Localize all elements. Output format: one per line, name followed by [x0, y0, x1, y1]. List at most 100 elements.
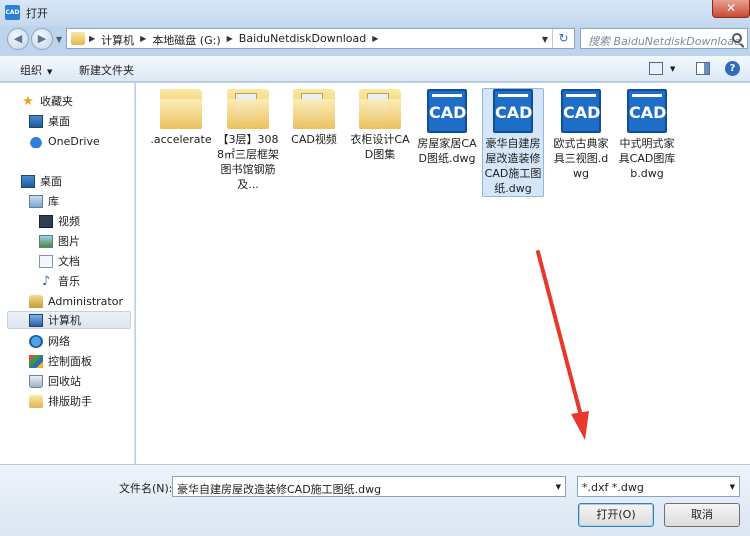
cad-file-icon: CAD — [627, 89, 667, 133]
file-list: .accelerate 【3层】3088㎡三层框架图书馆钢筋及... CAD视频… — [136, 83, 750, 464]
nav-pictures[interactable]: 图片 — [39, 232, 80, 250]
star-icon: ★ — [22, 93, 34, 109]
help-icon[interactable]: ? — [725, 61, 740, 76]
file-type-select[interactable]: *.dxf *.dwg ▼ — [577, 476, 740, 497]
computer-icon — [29, 313, 43, 327]
cad-file-icon: CAD — [427, 89, 467, 133]
file-name: 豪华自建房屋改造装修CAD施工图纸.dwg — [484, 137, 542, 195]
breadcrumb-drive-g[interactable]: 本地磁盘 (G:) — [152, 32, 220, 48]
filename-value: 豪华自建房屋改造装修CAD施工图纸.dwg — [177, 483, 382, 496]
file-item-wardrobe-cad[interactable]: 衣柜设计CAD图集 — [349, 89, 411, 162]
file-name: 中式明式家具CAD图库b.dwg — [618, 137, 676, 180]
cloud-icon — [29, 134, 43, 148]
nav-label: 网络 — [48, 335, 70, 348]
nav-desktop[interactable]: 桌面 — [21, 172, 62, 190]
nav-label: 计算机 — [48, 314, 81, 327]
chevron-down-icon[interactable]: ▼ — [556, 483, 561, 491]
nav-computer[interactable]: 计算机 — [7, 311, 131, 329]
filename-label: 文件名(N): — [119, 482, 173, 495]
file-item-3088-library[interactable]: 【3层】3088㎡三层框架图书馆钢筋及... — [217, 89, 279, 192]
folder-icon — [160, 89, 202, 129]
chevron-down-icon[interactable]: ▼ — [542, 35, 548, 44]
preview-pane-icon[interactable] — [696, 62, 710, 75]
breadcrumb-baidu-download[interactable]: BaiduNetdiskDownload — [239, 32, 366, 48]
nav-onedrive[interactable]: OneDrive — [29, 132, 100, 150]
file-name: CAD视频 — [291, 133, 337, 146]
filename-field[interactable]: 豪华自建房屋改造装修CAD施工图纸.dwg ▼ — [172, 476, 566, 497]
cancel-button[interactable]: 取消 — [664, 503, 740, 527]
app-icon: CAD — [5, 5, 20, 20]
file-item-chinese-furniture[interactable]: CAD 中式明式家具CAD图库b.dwg — [616, 89, 678, 181]
nav-typeset-helper[interactable]: 排版助手 — [29, 392, 92, 410]
open-button[interactable]: 打开(O) — [578, 503, 654, 527]
cad-file-icon: CAD — [561, 89, 601, 133]
forward-button[interactable]: ▶ — [31, 28, 53, 50]
nav-administrator[interactable]: Administrator — [29, 292, 123, 310]
address-bar[interactable]: ▶ 计算机 ▶ 本地磁盘 (G:) ▶ BaiduNetdiskDownload… — [66, 28, 575, 49]
network-icon — [29, 334, 43, 348]
refresh-icon[interactable]: ↻ — [552, 29, 574, 48]
picture-icon — [39, 234, 53, 248]
nav-video[interactable]: 视频 — [39, 212, 80, 230]
breadcrumb: ▶ 计算机 ▶ 本地磁盘 (G:) ▶ BaiduNetdiskDownload… — [89, 32, 378, 48]
chevron-right-icon[interactable]: ▶ — [89, 32, 95, 48]
nav-label: 图片 — [58, 235, 80, 248]
library-icon — [29, 194, 43, 208]
folder-icon — [359, 89, 401, 129]
close-button[interactable]: ✕ — [712, 0, 750, 18]
file-item-cad-video[interactable]: CAD视频 — [283, 89, 345, 147]
folder-icon — [29, 394, 43, 408]
nav-label: 桌面 — [40, 175, 62, 188]
nav-label: 桌面 — [48, 115, 70, 128]
nav-label: 控制面板 — [48, 355, 92, 368]
music-note-icon: ♪ — [41, 273, 51, 289]
file-name: 【3层】3088㎡三层框架图书馆钢筋及... — [217, 133, 279, 191]
file-item-accelerate[interactable]: .accelerate — [150, 89, 212, 147]
nav-library[interactable]: 库 — [29, 192, 59, 210]
chevron-down-icon[interactable]: ▼ — [670, 65, 675, 73]
search-input[interactable]: 搜索 BaiduNetdiskDownload — [580, 28, 748, 49]
chevron-down-icon[interactable]: ▼ — [730, 483, 735, 491]
nav-fav-desktop[interactable]: 桌面 — [29, 112, 70, 130]
folder-icon — [71, 32, 85, 45]
user-folder-icon — [29, 294, 43, 308]
window-title: 打开 — [26, 7, 48, 20]
nav-music[interactable]: ♪ 音乐 — [39, 272, 80, 290]
nav-network[interactable]: 网络 — [29, 332, 70, 350]
chevron-down-icon: ▼ — [47, 68, 53, 76]
file-item-luxury-renovation-cad[interactable]: CAD 豪华自建房屋改造装修CAD施工图纸.dwg — [482, 88, 544, 197]
nav-label: 收藏夹 — [40, 95, 73, 108]
file-type-value: *.dxf *.dwg — [582, 481, 644, 494]
new-folder-button[interactable]: 新建文件夹 — [79, 62, 134, 78]
file-item-european-furniture[interactable]: CAD 欧式古典家具三视图.dwg — [550, 89, 612, 181]
file-item-house-cad[interactable]: CAD 房屋家居CAD图纸.dwg — [416, 89, 478, 166]
nav-label: 排版助手 — [48, 395, 92, 408]
chevron-right-icon[interactable]: ▶ — [140, 32, 146, 48]
nav-control-panel[interactable]: 控制面板 — [29, 352, 92, 370]
nav-label: Administrator — [48, 294, 123, 308]
nav-recycle-bin[interactable]: 回收站 — [29, 372, 81, 390]
nav-label: OneDrive — [48, 134, 100, 148]
cad-file-icon: CAD — [493, 89, 533, 133]
back-button[interactable]: ◀ — [7, 28, 29, 50]
search-placeholder: 搜索 BaiduNetdiskDownload — [588, 35, 741, 48]
nav-favorites[interactable]: ★ 收藏夹 — [21, 92, 73, 110]
nav-label: 文档 — [58, 255, 80, 268]
search-icon — [732, 33, 742, 43]
breadcrumb-computer[interactable]: 计算机 — [101, 32, 134, 48]
control-panel-icon — [29, 354, 43, 368]
organize-button[interactable]: 组织 ▼ — [20, 62, 52, 78]
chevron-right-icon[interactable]: ▶ — [227, 32, 233, 48]
recent-pages-dropdown[interactable]: ▼ — [56, 35, 62, 44]
title-bar: CAD 打开 ✕ — [0, 0, 750, 26]
view-options-icon[interactable] — [649, 62, 663, 75]
file-name: .accelerate — [150, 133, 212, 146]
desktop-icon — [21, 174, 35, 188]
organize-label: 组织 — [20, 64, 42, 77]
file-name: 房屋家居CAD图纸.dwg — [417, 137, 477, 165]
chevron-right-icon[interactable]: ▶ — [372, 32, 378, 48]
video-icon — [39, 214, 53, 228]
folder-icon — [227, 89, 269, 129]
nav-label: 回收站 — [48, 375, 81, 388]
nav-documents[interactable]: 文档 — [39, 252, 80, 270]
